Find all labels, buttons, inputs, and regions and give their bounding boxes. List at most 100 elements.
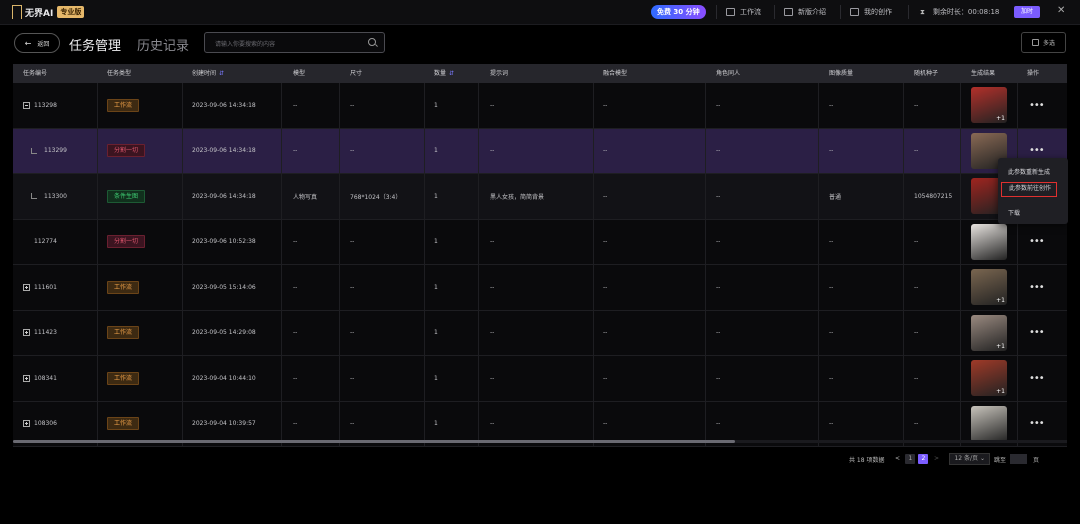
cell-seed: -- [914,101,919,109]
more-actions-icon[interactable]: ••• [1029,100,1045,111]
cell-actions: ••• [1029,220,1045,265]
table-row[interactable]: 108341 工作流 2023-09-04 10:44:10 -- -- 1 -- -- -- -… [13,356,1067,402]
page-size-label: 12 条/页 [954,455,979,462]
cell-create-time: 2023-09-06 14:34:18 [192,147,256,155]
tab-history[interactable]: 历史记录 [137,35,189,54]
cell-task-id: 113300 [23,174,67,219]
column-divider [903,174,904,219]
more-actions-icon[interactable]: ••• [1029,236,1045,247]
cell-quantity: 1 [434,238,438,246]
cell-create-time: 2023-09-05 14:29:08 [192,329,256,337]
nav-new-intro[interactable]: 新版介绍 [784,0,826,24]
column-divider [960,83,961,128]
cell-role: -- [716,147,721,155]
cell-result[interactable] [971,220,1007,265]
col-seed: 随机种子 [914,70,939,77]
cell-quality: 普通 [829,193,842,201]
col-create-time[interactable]: 创建时间 ⇵ [192,64,224,83]
column-divider [339,174,340,219]
logo[interactable]: 无界AI 专业版 [12,4,85,20]
column-divider [903,128,904,173]
cell-result[interactable]: +1 [971,356,1007,401]
task-type-tag: 工作流 [107,280,140,294]
column-divider [182,219,183,264]
column-divider [903,356,904,401]
nav-workflow[interactable]: 工作流 [726,0,761,24]
nav-my-creations-label: 我的创作 [864,8,892,16]
task-table: 任务编号 任务类型 创建时间 ⇵ 模型 尺寸 数量 ⇵ 提示词 融合模型 角色同人 … [13,64,1067,447]
next-page-button[interactable]: > [931,454,941,464]
collapse-icon[interactable] [23,101,30,109]
cell-result[interactable]: +1 [971,311,1007,356]
table-row[interactable]: 111423 工作流 2023-09-05 14:29:08 -- -- 1 -- -- -- -… [13,310,1067,356]
goto-page-input[interactable] [1010,454,1027,464]
cell-quality: -- [829,329,834,337]
prev-page-button[interactable]: < [892,454,902,464]
cell-result[interactable]: +1 [971,265,1007,310]
scrollbar-thumb[interactable] [13,440,735,443]
column-divider [281,83,282,128]
col-quality: 图像质量 [829,70,854,77]
nav-my-creations[interactable]: 我的创作 [850,0,892,24]
column-divider [424,219,425,264]
more-actions-icon[interactable]: ••• [1029,327,1045,338]
result-thumbnail[interactable]: +1 [971,360,1007,397]
more-actions-icon[interactable]: ••• [1029,145,1045,156]
col-quantity[interactable]: 数量 ⇵ [434,64,454,83]
column-divider [903,265,904,310]
free-time-badge[interactable]: 免费 30 分钟 [651,5,706,19]
cell-fusion-model: -- [603,192,608,200]
search-input[interactable] [213,37,367,51]
result-thumbnail[interactable]: +1 [971,269,1007,306]
cell-task-id: 112774 [23,220,57,265]
result-thumbnail[interactable] [971,405,1007,442]
tab-task-management[interactable]: 任务管理 [69,35,121,54]
horizontal-scrollbar[interactable] [13,440,1067,443]
menu-item-regenerate[interactable]: 此参数重新生成 [1008,167,1050,176]
expand-icon[interactable] [23,329,30,337]
more-actions-icon[interactable]: ••• [1029,282,1045,293]
cell-task-id: 113298 [23,83,57,128]
task-type-tag: 工作流 [107,417,140,431]
total-count: 共 18 项数据 [849,456,885,464]
task-id: 111601 [34,283,57,291]
search-icon[interactable] [368,38,376,46]
table-row[interactable]: 111601 工作流 2023-09-05 15:14:06 -- -- 1 -- -- -- -… [13,265,1067,311]
cell-create-time: 2023-09-06 14:34:18 [192,101,256,109]
expand-icon[interactable] [23,283,30,291]
result-count: +1 [996,297,1005,305]
result-thumbnail[interactable] [971,223,1007,260]
divider [716,5,717,19]
column-divider [593,128,594,173]
table-row[interactable]: 112774 分割一切 2023-09-06 10:52:38 -- -- 1 -- -- --… [13,219,1067,265]
close-icon[interactable]: ✕ [1057,5,1065,16]
result-thumbnail[interactable]: +1 [971,314,1007,351]
cell-result[interactable]: +1 [971,83,1007,128]
column-divider [818,128,819,173]
column-divider [903,310,904,355]
page-button-1[interactable]: 1 [905,454,916,464]
workflow-icon [726,8,735,16]
sort-icon[interactable]: ⇵ [219,70,224,77]
menu-item-download[interactable]: 下载 [1008,208,1020,217]
page-button-2[interactable]: 2 [918,454,929,464]
back-button[interactable]: ← 返回 [14,33,60,53]
more-actions-icon[interactable]: ••• [1029,418,1045,429]
add-time-button[interactable]: 加时 [1014,6,1040,18]
column-divider [818,83,819,128]
table-row[interactable]: 113300 条件生图 2023-09-06 14:34:18 人物写真 768*102… [13,174,1067,220]
expand-icon[interactable] [23,374,30,382]
column-divider [281,310,282,355]
task-type-tag: 工作流 [107,326,140,340]
cell-fusion-model: -- [603,283,608,291]
page-size-select[interactable]: 12 条/页 ⌄ [949,453,990,465]
expand-icon[interactable] [23,420,30,428]
more-actions-icon[interactable]: ••• [1029,373,1045,384]
result-thumbnail[interactable]: +1 [971,87,1007,124]
table-row[interactable]: 113298 工作流 2023-09-06 14:34:18 -- -- 1 -- -- -- -… [13,83,1067,129]
sort-icon[interactable]: ⇵ [449,70,454,77]
menu-item-go-create[interactable]: 此参数前往创作 [1001,182,1057,197]
multi-select-button[interactable]: 多选 [1021,32,1066,53]
cell-seed: -- [914,147,919,155]
table-row[interactable]: 113299 分割一切 2023-09-06 14:34:18 -- -- 1 -- -- --… [13,128,1067,174]
